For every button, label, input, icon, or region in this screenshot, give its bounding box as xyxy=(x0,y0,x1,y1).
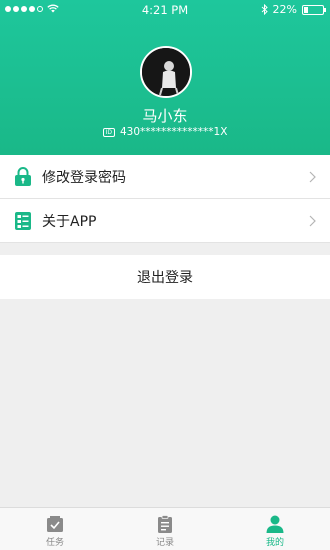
avatar-image xyxy=(142,48,190,96)
about-app-label: 关于APP xyxy=(42,213,97,230)
tab-records[interactable]: 记录 xyxy=(110,508,220,550)
user-name: 马小东 xyxy=(142,107,188,125)
id-line: ID 430**************1X xyxy=(0,126,330,138)
battery-level xyxy=(304,6,308,13)
info-card-icon xyxy=(15,212,31,230)
task-icon xyxy=(47,516,63,532)
bluetooth-icon xyxy=(261,4,268,15)
lock-icon xyxy=(15,167,31,186)
tab-tasks[interactable]: 任务 xyxy=(0,508,110,550)
battery-area: 22% xyxy=(261,3,326,16)
status-bar: 4:21 PM 22% xyxy=(0,0,330,20)
person-icon xyxy=(266,515,284,533)
tab-bar: 任务 记录 我的 xyxy=(0,507,330,550)
about-app-item[interactable]: 关于APP xyxy=(0,199,330,243)
chevron-right-icon xyxy=(309,215,316,227)
avatar[interactable] xyxy=(140,46,192,98)
tab-mine-label: 我的 xyxy=(265,538,284,548)
tab-records-label: 记录 xyxy=(155,538,174,548)
tab-mine[interactable]: 我的 xyxy=(220,508,330,550)
chevron-right-icon xyxy=(309,171,316,183)
id-card-icon: ID xyxy=(102,127,115,137)
tab-tasks-label: 任务 xyxy=(45,538,64,548)
clipboard-icon xyxy=(158,515,172,533)
change-password-item[interactable]: 修改登录密码 xyxy=(0,155,330,199)
change-password-label: 修改登录密码 xyxy=(42,169,126,186)
logout-button[interactable]: 退出登录 xyxy=(0,255,330,299)
battery-icon xyxy=(302,4,326,15)
profile-header: 4:21 PM 22% 马小东 ID 430**************1X xyxy=(0,0,330,155)
id-number: 430**************1X xyxy=(119,126,228,138)
battery-percent: 22% xyxy=(272,3,297,16)
